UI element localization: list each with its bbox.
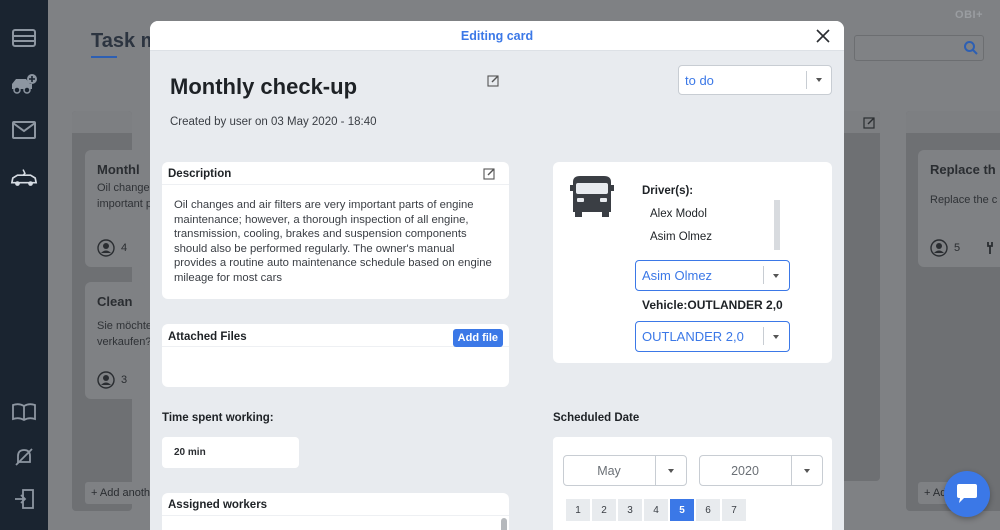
task-card[interactable]: Monthl Oil changes important p 4 [85,150,155,267]
calendar-day[interactable]: 7 [722,499,746,521]
select-divider [763,266,764,284]
vehicle-label: Vehicle:OUTLANDER 2,0 [642,298,783,312]
driver-select-value: Asim Olmez [642,268,713,283]
task-card-count: 5 [930,239,998,257]
driver-select[interactable]: Asim Olmez [635,260,790,291]
task-card[interactable]: Clean Sie möchte verkaufen? 3 [85,282,152,399]
task-card-count: 4 [97,239,127,257]
select-divider [763,327,764,345]
panel-divider [162,184,509,185]
driver-item[interactable]: Asim Olmez [650,231,712,243]
drivers-scrollbar[interactable] [774,200,780,250]
calendar-day[interactable]: 4 [644,499,668,521]
driver-item[interactable]: Alex Modol [650,208,707,220]
select-divider [806,71,807,89]
notifications-off-icon[interactable] [10,445,38,469]
user-icon [97,239,115,257]
chevron-down-icon[interactable] [773,274,779,278]
select-divider [791,456,792,485]
add-file-button[interactable]: Add file [452,329,503,347]
chevron-down-icon[interactable] [816,78,822,82]
task-card[interactable]: Replace th Replace the c 5 [918,150,1000,267]
task-card-title: Clean [97,294,133,309]
status-value: to do [685,73,714,88]
chat-button[interactable] [944,471,990,517]
time-spent-field[interactable]: 20 min [162,437,299,468]
task-card-count: 3 [97,371,127,389]
status-select[interactable]: to do [678,65,832,95]
card-name: Monthly check-up [170,74,358,99]
calendar-day[interactable]: 2 [592,499,616,521]
book-icon[interactable] [10,400,38,424]
assigned-workers-label: Assigned workers [168,499,268,511]
attached-files-label: Attached Files [168,331,247,343]
calendar-day[interactable]: 3 [618,499,642,521]
chevron-down-icon[interactable] [668,469,674,473]
logout-icon[interactable] [10,487,38,511]
user-icon [97,371,115,389]
dashboard-icon[interactable] [10,26,38,50]
chevron-down-icon[interactable] [804,469,810,473]
edit-icon[interactable] [483,167,496,180]
workers-scrollbar[interactable] [501,518,507,530]
task-card-title: Monthl [97,162,140,177]
panel-divider [162,515,509,516]
modal-title: Editing card [460,29,534,43]
edit-card-modal: Editing card Monthly check-up Created by… [150,21,844,530]
task-card-text: Sie möchte verkaufen? [97,320,153,348]
calendar-day[interactable]: 1 [566,499,590,521]
chevron-down-icon[interactable] [773,335,779,339]
calendar-day[interactable]: 6 [696,499,720,521]
task-card-text: Oil changes important p [97,182,156,210]
vehicle-select-value: OUTLANDER 2,0 [642,329,744,344]
edit-icon[interactable] [487,74,500,87]
task-card-title: Replace th [930,162,996,177]
title-underline [91,56,117,58]
page-title: Task m [91,30,159,52]
year-select[interactable]: 2020 [699,455,823,486]
calendar-day-selected[interactable]: 5 [670,499,694,521]
created-info: Created by user on 03 May 2020 - 18:40 [170,116,377,128]
assigned-workers-panel: Assigned workers [162,493,509,530]
car-service-icon[interactable] [10,166,38,190]
select-divider [655,456,656,485]
nav-rail [0,0,48,530]
task-card-text: Replace the c [930,194,998,206]
add-vehicle-icon[interactable] [10,72,38,96]
van-icon [570,176,614,217]
month-select[interactable]: May [563,455,687,486]
drivers-label: Driver(s): [642,185,694,197]
attached-files-panel: Attached Files Add file [162,324,509,387]
search-icon[interactable] [963,40,979,56]
vehicle-select[interactable]: OUTLANDER 2,0 [635,321,790,352]
description-label: Description [168,168,232,180]
mail-icon[interactable] [10,118,38,142]
wrench-icon [987,242,994,254]
year-value: 2020 [731,464,759,478]
chat-icon [957,484,977,503]
time-spent-label: Time spent working: [162,412,274,424]
modal-header: Editing card [150,21,844,51]
user-icon [930,239,948,257]
scheduled-date-label: Scheduled Date [553,412,640,424]
scheduled-date-panel: May 2020 1 2 3 4 5 6 7 [553,437,832,530]
brand-logo: OBI+ [955,9,983,21]
month-value: May [597,464,621,478]
close-icon[interactable] [815,28,831,44]
search-input[interactable] [854,35,984,61]
edit-icon[interactable] [863,116,876,129]
time-spent-value: 20 min [174,447,206,458]
description-panel: Description Oil changes and air filters … [162,162,509,299]
description-text[interactable]: Oil changes and air filters are very imp… [174,198,498,286]
